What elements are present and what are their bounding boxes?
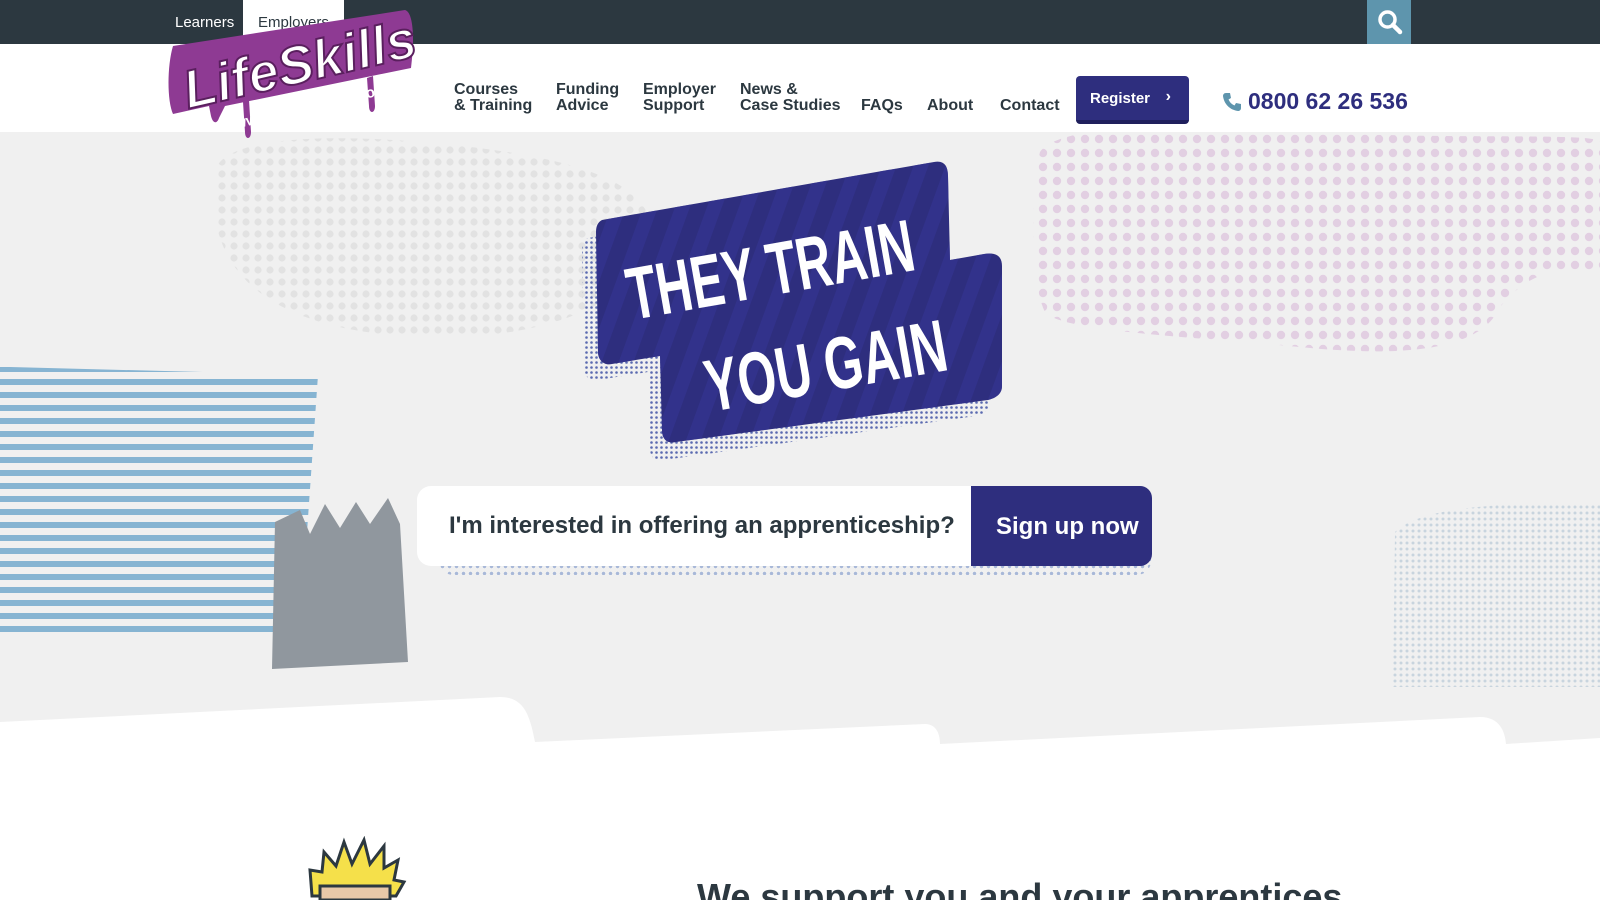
nav-label: FAQs — [861, 97, 903, 114]
nav-label: Contact — [1000, 97, 1060, 114]
nav-label: Support — [643, 97, 705, 114]
phone-number: 0800 62 26 536 — [1248, 88, 1408, 114]
mascot-illustration — [308, 836, 407, 900]
nav-label: Funding — [556, 81, 620, 98]
phone-icon — [1223, 93, 1241, 111]
cta-prompt-text: I'm interested in offering an apprentice… — [449, 512, 955, 539]
nav-news-case-studies[interactable]: News & Case Studies — [740, 82, 840, 114]
nav-label: Case Studies — [740, 97, 841, 114]
register-label: Register — [1090, 90, 1151, 107]
nav-label: & Training — [454, 97, 533, 114]
sign-up-label: Sign up now — [996, 513, 1139, 540]
register-button[interactable]: Register › — [1076, 76, 1189, 124]
cta-prompt-box: I'm interested in offering an apprentice… — [417, 486, 977, 566]
chevron-right-icon: › — [1165, 88, 1171, 105]
nav-label: News & — [740, 81, 798, 98]
nav-label: About — [927, 97, 974, 114]
nav-funding-advice[interactable]: Funding Advice — [556, 82, 619, 114]
nav-faqs[interactable]: FAQs — [861, 98, 903, 114]
nav-courses-training[interactable]: Courses & Training — [454, 82, 532, 114]
nav-label: Courses — [454, 81, 519, 98]
hero-decoration: THEY TRAIN YOU GAIN — [0, 132, 1600, 772]
search-icon — [1378, 10, 1403, 35]
nav-contact[interactable]: Contact — [1000, 98, 1060, 114]
search-button[interactable] — [1367, 0, 1411, 44]
lifeskills-logo[interactable]: LifeSkills www.learnaliving.co.uk — [165, 6, 423, 146]
apprenticeship-cta: I'm interested in offering an apprentice… — [417, 486, 1152, 575]
hero-section: THEY TRAIN YOU GAIN I'm interested in of… — [0, 132, 1600, 772]
nav-label: Advice — [556, 97, 609, 114]
section-heading: We support you and your apprentices — [697, 876, 1343, 900]
nav-label: Employer — [643, 81, 716, 98]
sign-up-button[interactable]: Sign up now — [971, 486, 1152, 566]
nav-employer-support[interactable]: Employer Support — [643, 82, 716, 114]
logo-mark: LifeSkills www.learnaliving.co.uk — [168, 8, 423, 138]
nav-about[interactable]: About — [927, 98, 973, 114]
